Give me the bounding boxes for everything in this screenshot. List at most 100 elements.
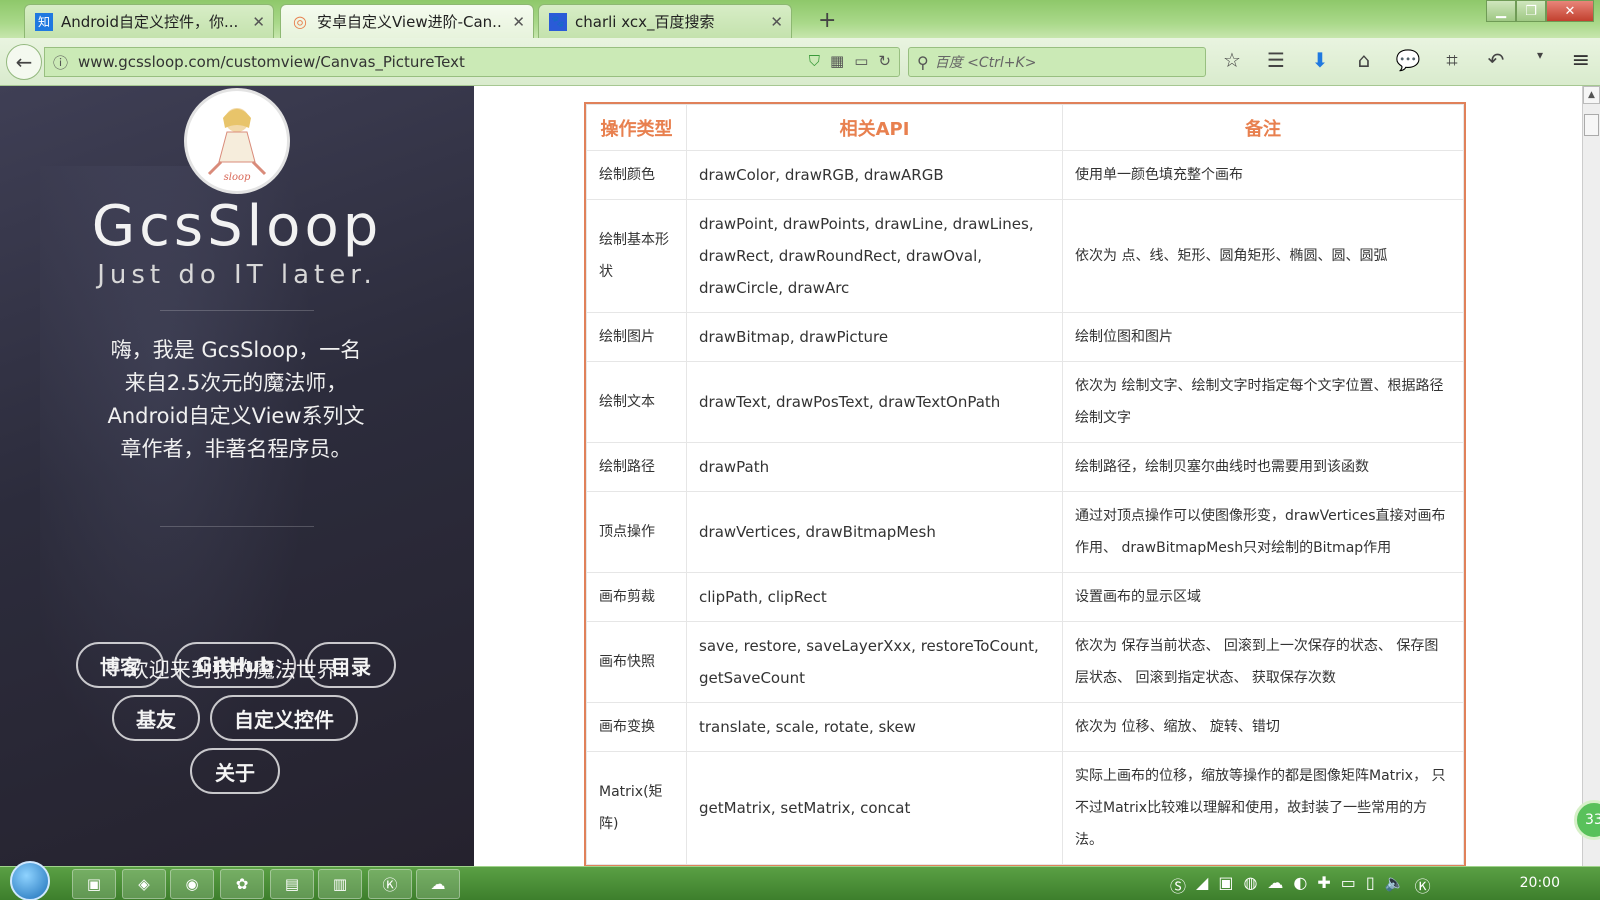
table-cell-note: 绘制路径，绘制贝塞尔曲线时也需要用到该函数 xyxy=(1062,442,1464,492)
vertical-scrollbar[interactable]: ▲ xyxy=(1582,86,1600,866)
screenshot-tool-icon[interactable]: ▣ xyxy=(1218,873,1233,897)
cloud-sync-icon[interactable]: ☁ xyxy=(1267,873,1283,897)
chat-bubble-icon[interactable]: 💬 xyxy=(1394,48,1422,72)
file-explorer-icon[interactable]: ▥ xyxy=(318,869,362,899)
window-controls: ▁ ❐ ✕ xyxy=(1486,0,1594,22)
store-app-icon[interactable]: ◈ xyxy=(122,869,166,899)
download-arrow-icon[interactable]: ⬇ xyxy=(1306,48,1334,72)
kugou-tray-icon[interactable]: Ⓚ xyxy=(1415,873,1431,897)
notepad-icon[interactable]: ▤ xyxy=(270,869,314,899)
bookmarks-list-icon[interactable]: ☰ xyxy=(1262,48,1290,72)
table-cell-note: 使用单一颜色填充整个画布 xyxy=(1062,150,1464,200)
network-status-icon[interactable]: ◢ xyxy=(1196,873,1208,897)
qr-code-icon[interactable]: ▦ xyxy=(830,52,844,70)
windows-taskbar: ▣ ◈ ◉ ✿ ▤ ▥ Ⓚ ☁ Ⓢ ◢ ▣ ◍ ☁ ◐ ✚ ▭ ▯ 🔈 Ⓚ 20… xyxy=(0,861,1600,900)
table-cell-type: 绘制颜色 xyxy=(586,150,687,200)
dropdown-arrow-icon[interactable]: ▾ xyxy=(1526,48,1554,72)
tab-gcssloop[interactable]: ◎ 安卓自定义View进阶-Can... ✕ xyxy=(280,4,534,38)
nav-button-github[interactable]: GitHub xyxy=(174,642,296,688)
address-bar[interactable]: ⓘ www.gcssloop.com/customview/Canvas_Pic… xyxy=(44,47,900,77)
taskbar-clock[interactable]: 20:00 xyxy=(1520,875,1560,891)
table-cell-api: drawPath xyxy=(686,442,1063,492)
close-tab-icon[interactable]: ✕ xyxy=(512,13,525,31)
kugou-music-icon[interactable]: Ⓚ xyxy=(368,869,412,899)
new-tab-button[interactable]: + xyxy=(818,8,836,33)
reader-view-icon[interactable]: ▭ xyxy=(854,52,868,70)
firefox-favicon-icon: ◎ xyxy=(293,12,307,31)
site-name: GcsSloop xyxy=(91,194,383,259)
crop-icon[interactable]: ⌗ xyxy=(1438,48,1466,72)
table-cell-api: drawPoint, drawPoints, drawLine, drawLin… xyxy=(686,199,1063,313)
nav-button-blog[interactable]: 博客 xyxy=(76,642,164,688)
url-text[interactable]: www.gcssloop.com/customview/Canvas_Pictu… xyxy=(78,53,465,71)
firefox-taskbar-icon[interactable]: ◉ xyxy=(170,869,214,899)
nav-button-catalog[interactable]: 目录 xyxy=(306,642,396,688)
tab-baidu[interactable]: 🐾 charli xcx_百度搜索 ✕ xyxy=(538,4,792,38)
security-shield-icon[interactable]: ✚ xyxy=(1317,873,1330,897)
author-intro: 嗨，我是 GcsSloop，一名来自2.5次元的魔法师，Android自定义Vi… xyxy=(107,338,365,461)
table-row: 绘制路径 drawPath 绘制路径，绘制贝塞尔曲线时也需要用到该函数 xyxy=(586,442,1464,492)
table-cell-type: 绘制图片 xyxy=(586,312,687,362)
power-icon[interactable]: ▯ xyxy=(1366,873,1375,897)
table-cell-note: 依次为 绘制文字、绘制文字时指定每个文字位置、根据路径绘制文字 xyxy=(1062,361,1464,443)
table-cell-type: 画布剪裁 xyxy=(586,572,687,622)
nav-button-custom-views[interactable]: 自定义控件 xyxy=(210,695,358,741)
divider xyxy=(160,526,314,527)
table-row: 绘制文本 drawText, drawPosText, drawTextOnPa… xyxy=(586,361,1464,443)
shield-icon[interactable]: ⛉ xyxy=(809,52,820,70)
table-cell-note: 绘制位图和图片 xyxy=(1062,312,1464,362)
table-cell-api: drawText, drawPosText, drawTextOnPath xyxy=(686,361,1063,443)
table-cell-api: drawBitmap, drawPicture xyxy=(686,312,1063,362)
avatar[interactable]: sloop xyxy=(184,88,290,194)
search-icon: ⚲ xyxy=(917,52,929,72)
bookmark-star-icon[interactable]: ☆ xyxy=(1218,48,1246,72)
maximize-icon[interactable]: ❐ xyxy=(1516,0,1546,22)
article-content: 操作类型 相关API 备注 绘制颜色 drawColor, drawRGB, d… xyxy=(474,86,1582,867)
table-cell-api: clipPath, clipRect xyxy=(686,572,1063,622)
close-tab-icon[interactable]: ✕ xyxy=(770,13,783,31)
column-header: 相关API xyxy=(686,104,1063,151)
scroll-up-arrow-icon[interactable]: ▲ xyxy=(1583,86,1600,104)
table-header-row: 操作类型 相关API 备注 xyxy=(586,104,1464,151)
info-icon[interactable]: ⓘ xyxy=(53,52,68,73)
desktop-app-icon[interactable]: ▣ xyxy=(72,869,116,899)
scroll-thumb[interactable] xyxy=(1584,114,1599,136)
nav-button-about[interactable]: 关于 xyxy=(190,748,280,794)
table-row: Matrix(矩阵) getMatrix, setMatrix, concat … xyxy=(586,751,1464,865)
zhihu-favicon-icon: 知 xyxy=(35,12,53,31)
window-close-icon[interactable]: ✕ xyxy=(1546,0,1594,22)
network-monitor-icon[interactable]: ▭ xyxy=(1341,873,1356,897)
table-row: 画布快照 save, restore, saveLayerXxx, restor… xyxy=(586,621,1464,703)
table-cell-type: 绘制基本形状 xyxy=(586,199,687,313)
table-cell-type: 绘制文本 xyxy=(586,361,687,443)
weather-app-icon[interactable]: ☁ xyxy=(416,869,460,899)
table-cell-api: save, restore, saveLayerXxx, restoreToCo… xyxy=(686,621,1063,703)
column-header: 操作类型 xyxy=(586,104,687,151)
tab-zhihu[interactable]: 知 Android自定义控件，你... ✕ xyxy=(24,4,274,38)
table-row: 顶点操作 drawVertices, drawBitmapMesh 通过对顶点操… xyxy=(586,491,1464,573)
close-tab-icon[interactable]: ✕ xyxy=(252,13,265,31)
globe-icon[interactable]: ◍ xyxy=(1243,873,1257,897)
home-icon[interactable]: ⌂ xyxy=(1350,48,1378,72)
reload-icon[interactable]: ↻ xyxy=(878,52,891,70)
qq-icon[interactable]: ◐ xyxy=(1293,873,1307,897)
volume-icon[interactable]: 🔈 xyxy=(1385,873,1405,897)
nav-button-friends[interactable]: 基友 xyxy=(112,695,200,741)
table-cell-note: 通过对顶点操作可以使图像形变，drawVertices直接对画布作用、 draw… xyxy=(1062,491,1464,573)
tab-label: 安卓自定义View进阶-Can... xyxy=(317,13,503,31)
table-cell-type: Matrix(矩阵) xyxy=(586,751,687,865)
tab-label: charli xcx_百度搜索 xyxy=(575,13,715,31)
sogou-input-icon[interactable]: Ⓢ xyxy=(1170,873,1186,897)
table-row: 画布变换 translate, scale, rotate, skew 依次为 … xyxy=(586,702,1464,752)
search-bar[interactable]: ⚲ 百度 <Ctrl+K> xyxy=(908,47,1206,77)
table-cell-type: 绘制路径 xyxy=(586,442,687,492)
back-arrow-icon[interactable]: ← xyxy=(6,44,42,80)
undo-icon[interactable]: ↶ xyxy=(1482,48,1510,72)
minimize-icon[interactable]: ▁ xyxy=(1486,0,1516,22)
canvas-api-table: 操作类型 相关API 备注 绘制颜色 drawColor, drawRGB, d… xyxy=(584,102,1466,867)
tab-strip: 知 Android自定义控件，你... ✕ ◎ 安卓自定义View进阶-Can.… xyxy=(0,0,1600,38)
windows-start-icon[interactable] xyxy=(10,861,50,900)
android-studio-icon[interactable]: ✿ xyxy=(220,869,264,899)
hamburger-menu-icon[interactable]: ≡ xyxy=(1572,48,1590,73)
site-tagline: Just do IT later. xyxy=(97,260,377,290)
